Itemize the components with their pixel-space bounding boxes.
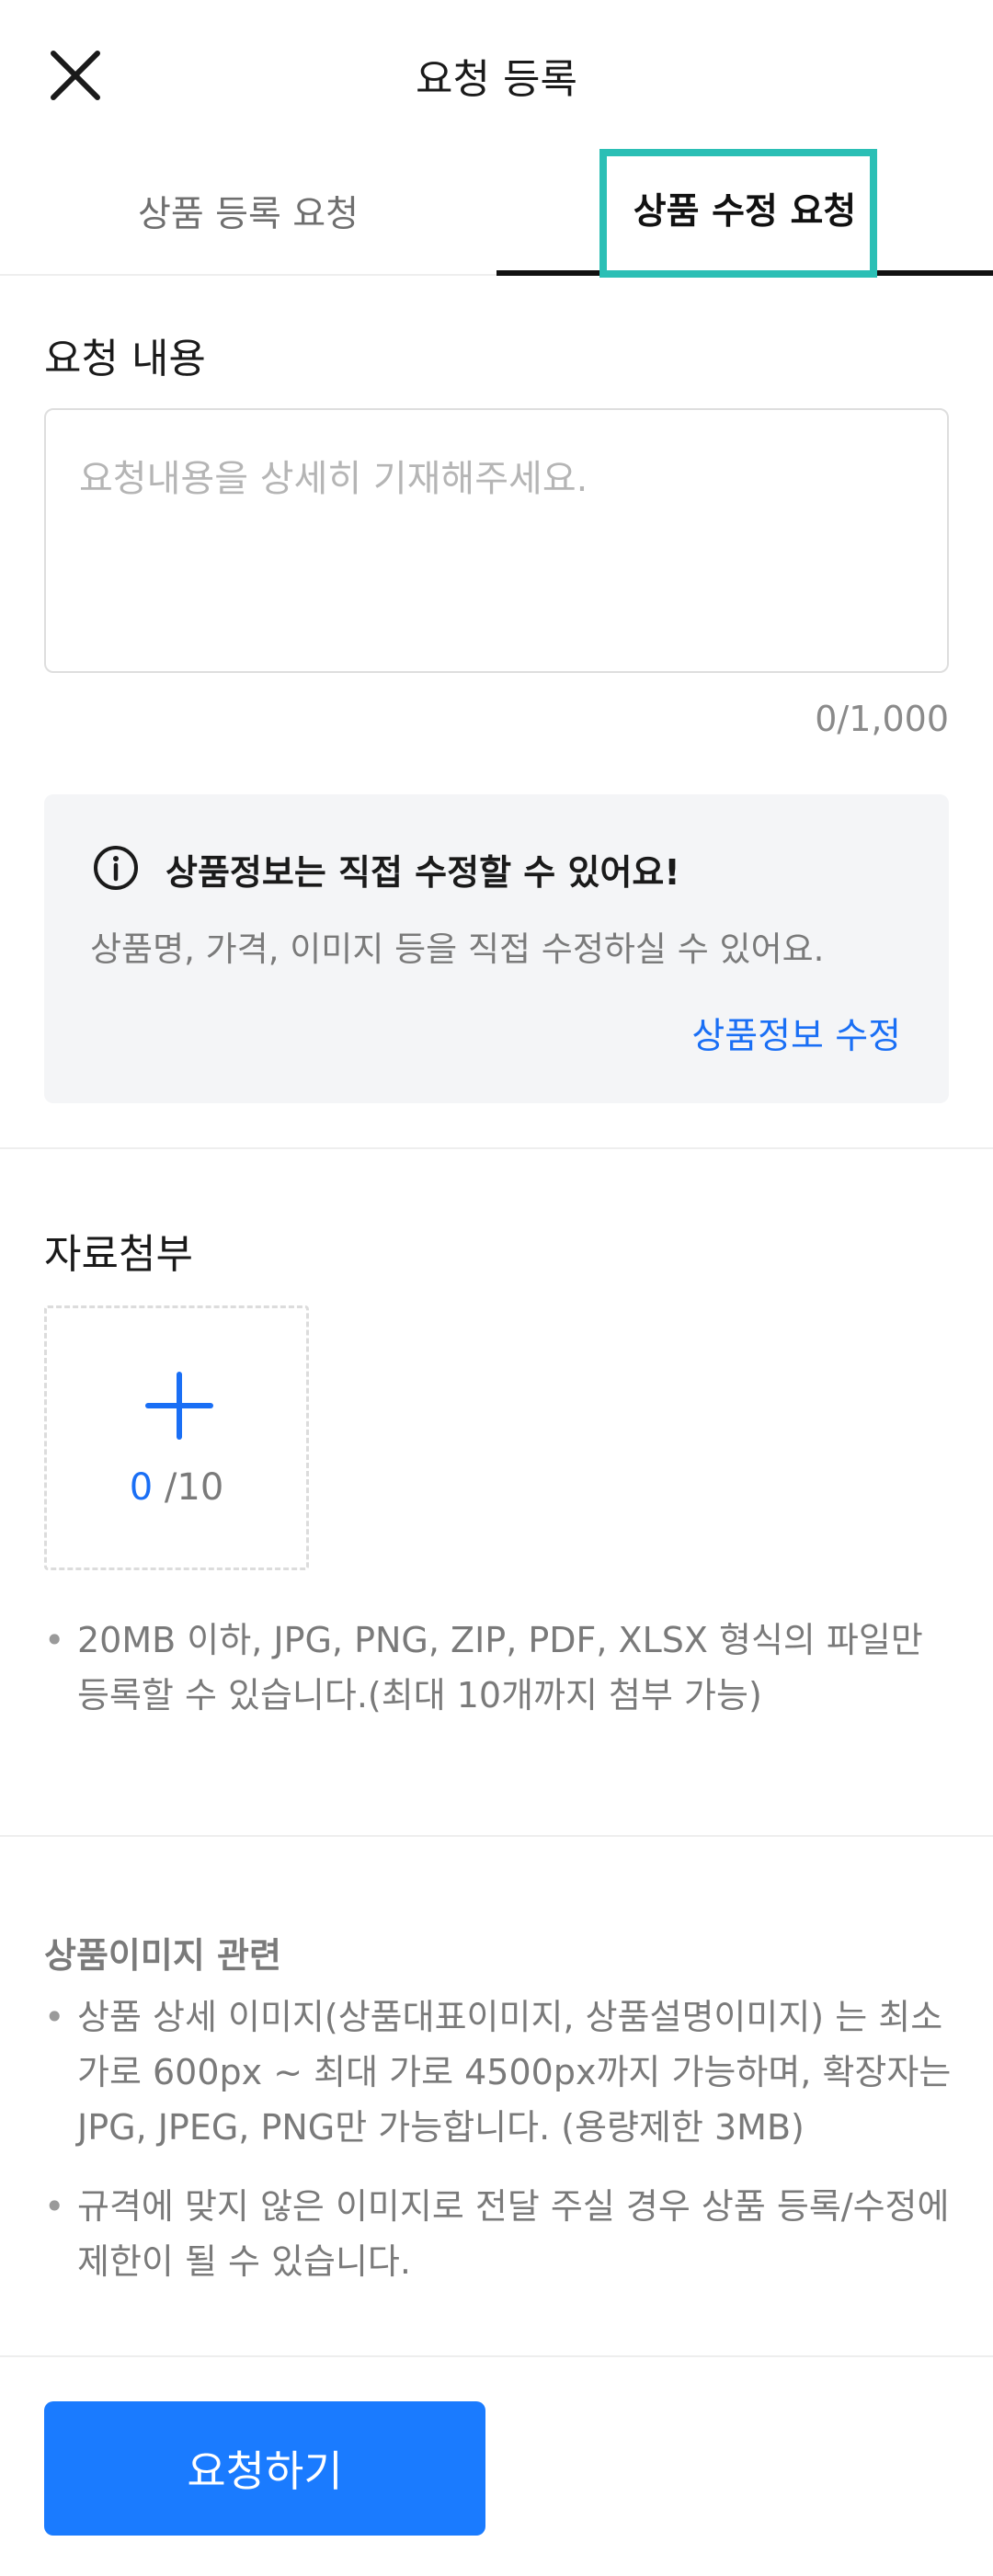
plus-icon bbox=[145, 1372, 213, 1440]
attachment-note: • 20MB 이하, JPG, PNG, ZIP, PDF, XLSX 형식의 … bbox=[44, 1620, 923, 1715]
info-title: 상품정보는 직접 수정할 수 있어요! bbox=[166, 852, 680, 893]
tab-product-edit[interactable]: 상품 수정 요청 bbox=[496, 147, 993, 276]
image-guide-note-text: 규격에 맞지 않은 이미지로 전달 주실 경우 상품 등록/수정에 제한이 될 … bbox=[77, 2186, 950, 2282]
divider bbox=[0, 1147, 993, 1149]
file-upload-button[interactable]: 0 /10 bbox=[44, 1305, 309, 1570]
upload-count-current: 0 bbox=[129, 1466, 154, 1509]
attachment-section-title: 자료첨부 bbox=[44, 1231, 193, 1278]
tab-product-register[interactable]: 상품 등록 요청 bbox=[0, 147, 496, 276]
submit-request-button[interactable]: 요청하기 bbox=[44, 2401, 485, 2536]
edit-product-info-link[interactable]: 상품정보 수정 bbox=[691, 1008, 901, 1059]
image-guide-note: • 상품 상세 이미지(상품대표이미지, 상품설명이미지) 는 최소 가로 60… bbox=[44, 1997, 952, 2148]
request-textarea-box[interactable] bbox=[44, 408, 949, 673]
image-guide-title: 상품이미지 관련 bbox=[44, 1935, 281, 1976]
info-box: 상품정보는 직접 수정할 수 있어요! 상품명, 가격, 이미지 등을 직접 수… bbox=[44, 794, 949, 1103]
info-icon bbox=[94, 846, 138, 890]
request-content-input[interactable] bbox=[79, 449, 914, 633]
attachment-note-text: 20MB 이하, JPG, PNG, ZIP, PDF, XLSX 형식의 파일… bbox=[77, 1620, 923, 1715]
image-guide-note: • 규격에 맞지 않은 이미지로 전달 주실 경우 상품 등록/수정에 제한이 … bbox=[44, 2186, 950, 2282]
request-section-title: 요청 내용 bbox=[44, 336, 206, 382]
upload-count: 0 /10 bbox=[47, 1466, 306, 1509]
tab-bar: 상품 등록 요청 상품 수정 요청 bbox=[0, 147, 993, 276]
header: 요청 등록 bbox=[0, 0, 993, 147]
divider bbox=[0, 1835, 993, 1837]
page-title: 요청 등록 bbox=[416, 56, 577, 103]
info-description: 상품명, 가격, 이미지 등을 직접 수정하실 수 있어요. bbox=[90, 929, 825, 969]
char-counter: 0/1,000 bbox=[815, 699, 949, 739]
upload-count-max: /10 bbox=[164, 1466, 224, 1509]
bottom-action-bar: 요청하기 bbox=[0, 2355, 993, 2576]
image-guide-note-text: 상품 상세 이미지(상품대표이미지, 상품설명이미지) 는 최소 가로 600p… bbox=[77, 1997, 952, 2148]
